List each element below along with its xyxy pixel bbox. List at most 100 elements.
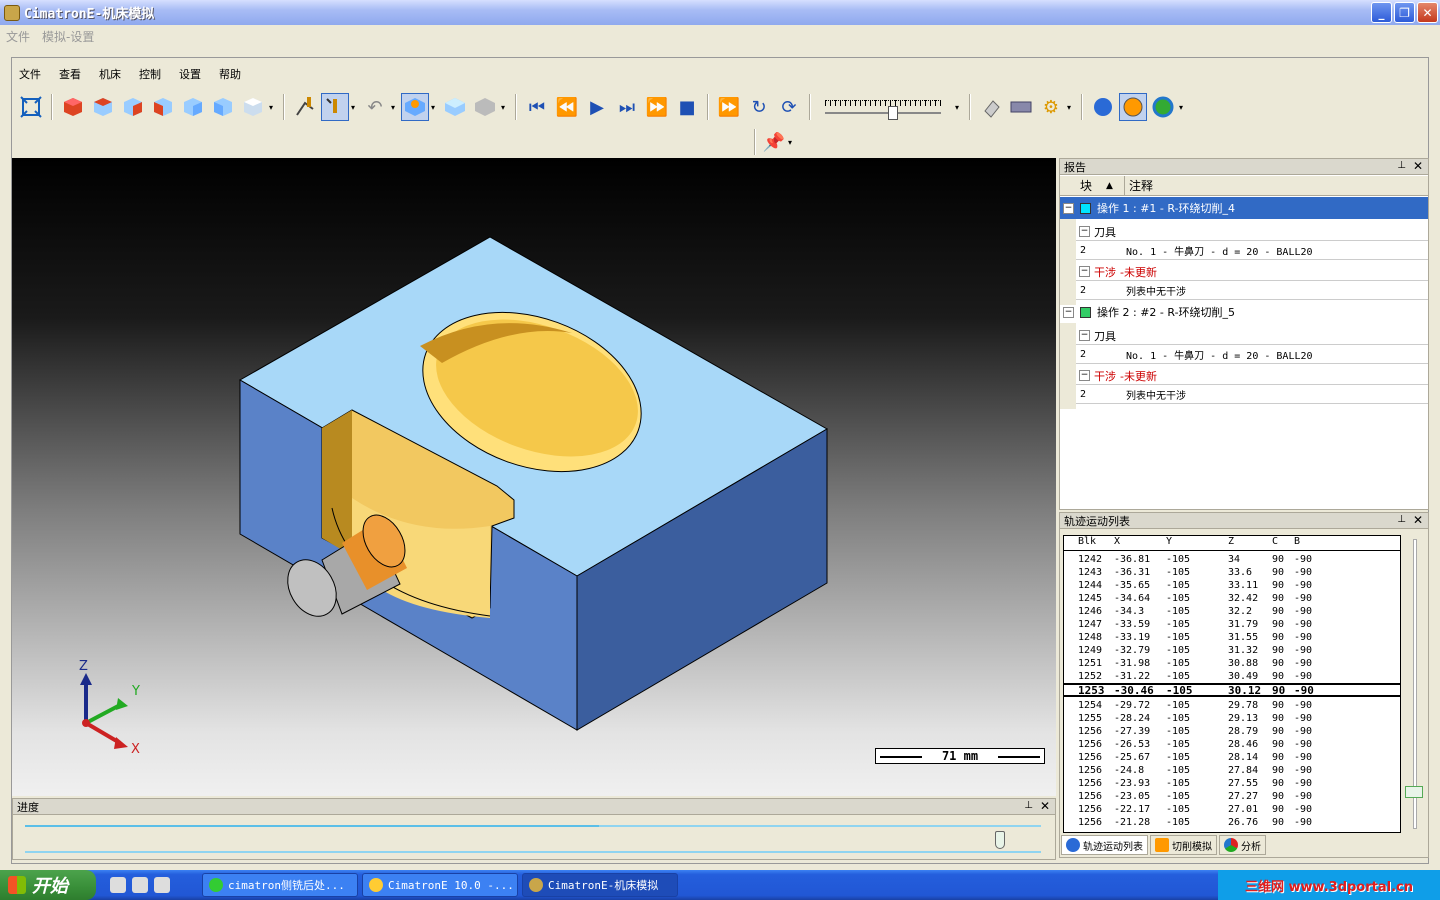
stock-display-icon[interactable] (401, 93, 429, 121)
simulation-viewport[interactable]: Z Y X 71 mm (12, 158, 1056, 796)
play-icon[interactable]: ▶ (583, 93, 611, 121)
speed-dropdown-icon[interactable]: ▾ (955, 103, 963, 112)
minimize-button[interactable]: _ (1371, 2, 1392, 23)
collapse-icon[interactable]: − (1079, 330, 1090, 341)
eraser-icon[interactable] (977, 93, 1005, 121)
operation-row[interactable]: − 操作 1 : #1 - R-环绕切削_4 (1060, 197, 1428, 219)
trajectory-row[interactable]: 1256 -21.28 -105 26.76 90 -90 (1064, 816, 1400, 829)
trajectory-row[interactable]: 1256 -26.53 -105 28.46 90 -90 (1064, 738, 1400, 751)
tool-section[interactable]: − 刀具 (1076, 327, 1428, 345)
speed-slider[interactable] (825, 94, 945, 120)
interference-section[interactable]: − 干涉 -未更新 (1076, 367, 1428, 385)
collapse-icon[interactable]: − (1063, 202, 1074, 214)
menu-help[interactable]: 帮助 (217, 64, 243, 82)
trajectory-row[interactable]: 1248 -33.19 -105 31.55 90 -90 (1064, 631, 1400, 644)
stop-icon[interactable]: ■ (673, 93, 701, 121)
collapse-icon[interactable]: − (1063, 306, 1074, 318)
trajectory-row[interactable]: 1256 -25.67 -105 28.14 90 -90 (1064, 751, 1400, 764)
machine-dropdown-icon[interactable]: ▾ (501, 103, 509, 112)
trajectory-row[interactable]: 1243 -36.31 -105 33.6 90 -90 (1064, 566, 1400, 579)
tool-display-icon[interactable] (321, 93, 349, 121)
fit-view-icon[interactable] (17, 93, 45, 121)
settings-dropdown-icon[interactable]: ▾ (1067, 103, 1075, 112)
interference-section[interactable]: − 干涉 -未更新 (1076, 263, 1428, 281)
trajectory-row[interactable]: 1256 -27.39 -105 28.79 90 -90 (1064, 725, 1400, 738)
menu-machine[interactable]: 机床 (97, 64, 123, 82)
stock-dropdown-icon[interactable]: ▾ (431, 103, 439, 112)
menu-view[interactable]: 查看 (57, 64, 83, 82)
trajectory-row[interactable]: 1256 -22.17 -105 27.01 90 -90 (1064, 803, 1400, 816)
taskbar-item[interactable]: CimatronE 10.0 -... (362, 873, 518, 897)
menu-settings[interactable]: 设置 (177, 64, 203, 82)
fast-forward-end-icon[interactable]: ⏩ (643, 93, 671, 121)
quicklaunch-add-icon[interactable] (154, 877, 170, 893)
trajectory-row[interactable]: 1247 -33.59 -105 31.79 90 -90 (1064, 618, 1400, 631)
menu-control[interactable]: 控制 (137, 64, 163, 82)
view-bottom-icon[interactable] (239, 93, 267, 121)
view-orange-icon[interactable] (1119, 93, 1147, 121)
tab-trajectory-list[interactable]: 轨迹运动列表 (1061, 835, 1148, 855)
undo-dropdown-icon[interactable]: ▾ (391, 103, 399, 112)
view-left-icon[interactable] (149, 93, 177, 121)
views-dropdown-icon[interactable]: ▾ (269, 103, 277, 112)
skip-forward-icon[interactable]: ⏩ (715, 93, 743, 121)
trajectory-row[interactable]: 1256 -23.93 -105 27.55 90 -90 (1064, 777, 1400, 790)
col-note[interactable]: 注释 (1129, 177, 1153, 194)
machine-display-icon[interactable] (471, 93, 499, 121)
restore-button[interactable]: ❐ (1394, 2, 1415, 23)
trajectory-pin-icon[interactable]: ⊥ (1397, 514, 1406, 525)
quicklaunch-ie-icon[interactable] (132, 877, 148, 893)
trajectory-row[interactable]: 1244 -35.65 -105 33.11 90 -90 (1064, 579, 1400, 592)
view-front-icon[interactable] (89, 93, 117, 121)
trajectory-row[interactable]: 1242 -36.81 -105 34 90 -90 (1064, 553, 1400, 566)
collapse-icon[interactable]: − (1079, 266, 1090, 277)
speed-slider-thumb[interactable] (888, 106, 898, 120)
operation-row[interactable]: − 操作 2 : #2 - R-环绕切削_5 (1060, 301, 1428, 323)
collapse-icon[interactable]: − (1079, 370, 1090, 381)
report-close-icon[interactable]: ✕ (1413, 159, 1423, 173)
outer-menu-file[interactable]: 文件 (6, 28, 30, 45)
trajectory-close-icon[interactable]: ✕ (1413, 513, 1423, 527)
taskbar-item[interactable]: cimatron侧铣后处... (202, 873, 358, 897)
view-right-icon[interactable] (179, 93, 207, 121)
outer-menu-sim-settings[interactable]: 模拟-设置 (42, 28, 94, 45)
view-blue-icon[interactable] (1089, 93, 1117, 121)
trajectory-scroll-thumb[interactable] (1405, 786, 1423, 798)
trajectory-row[interactable]: 1251 -31.98 -105 30.88 90 -90 (1064, 657, 1400, 670)
start-button[interactable]: 开始 (0, 870, 96, 900)
repeat-icon[interactable]: ↻ (745, 93, 773, 121)
trajectory-row[interactable]: 1254 -29.72 -105 29.78 90 -90 (1064, 699, 1400, 712)
taskbar-item-active[interactable]: CimatronE-机床模拟 (522, 873, 678, 897)
view-top-icon[interactable] (209, 93, 237, 121)
trajectory-row[interactable]: 1252 -31.22 -105 30.49 90 -90 (1064, 670, 1400, 683)
progress-slider-track[interactable] (25, 851, 1041, 853)
trajectory-row[interactable]: 1249 -32.79 -105 31.32 90 -90 (1064, 644, 1400, 657)
progress-pin-icon[interactable]: ⊥ (1024, 800, 1033, 811)
current-trajectory-row[interactable]: 1253 -30.46 -105 30.12 90 -90 (1064, 683, 1400, 697)
view-back-icon[interactable] (119, 93, 147, 121)
part-display-icon[interactable] (441, 93, 469, 121)
trajectory-table[interactable]: Blk X Y Z C B 1242 -36.81 -105 34 90 -90 1243-… (1063, 535, 1401, 833)
view-iso-red-icon[interactable] (59, 93, 87, 121)
step-back-icon[interactable]: ⏪ (553, 93, 581, 121)
view-dropdown-icon[interactable]: ▾ (1179, 103, 1187, 112)
tab-cutting-sim[interactable]: 切削模拟 (1150, 835, 1217, 855)
sort-asc-icon[interactable]: ▲ (1106, 181, 1113, 191)
trajectory-scrollbar[interactable] (1405, 535, 1425, 833)
col-block[interactable]: 块 (1080, 177, 1092, 194)
trajectory-row[interactable]: 1256 -23.05 -105 27.27 90 -90 (1064, 790, 1400, 803)
progress-slider-thumb[interactable] (995, 831, 1006, 849)
pin-dropdown-icon[interactable]: ▾ (788, 138, 796, 147)
keyboard-icon[interactable] (1007, 93, 1035, 121)
collapse-icon[interactable]: − (1079, 226, 1090, 237)
loop-icon[interactable]: ⟳ (775, 93, 803, 121)
progress-close-icon[interactable]: ✕ (1040, 799, 1050, 813)
tool-path-icon[interactable] (291, 93, 319, 121)
quicklaunch-desktop-icon[interactable] (110, 877, 126, 893)
pin-icon[interactable]: 📌 (760, 128, 788, 156)
rewind-start-icon[interactable]: ⏮ (523, 93, 551, 121)
settings-tools-icon[interactable]: ⚙ (1037, 93, 1065, 121)
trajectory-row[interactable]: 1246 -34.3 -105 32.2 90 -90 (1064, 605, 1400, 618)
tool-section[interactable]: − 刀具 (1076, 223, 1428, 241)
step-forward-icon[interactable]: ⏭ (613, 93, 641, 121)
